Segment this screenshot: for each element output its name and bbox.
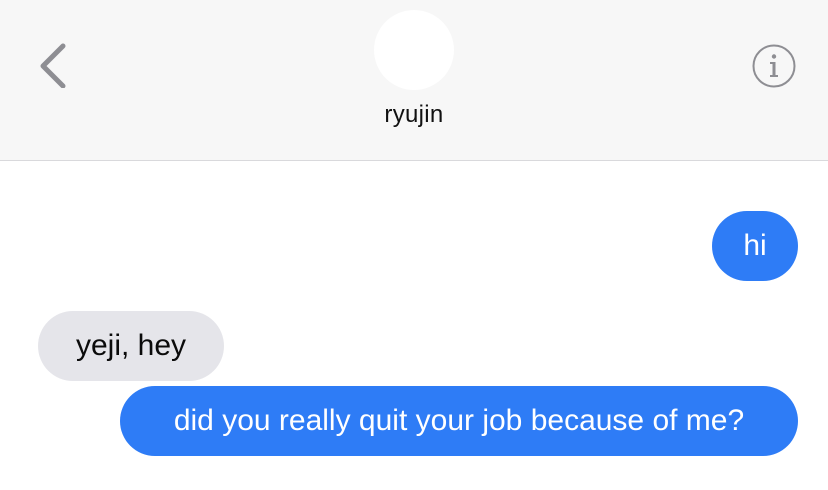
message-thread: hi yeji, hey did you really quit your jo… [0, 161, 828, 490]
chevron-left-icon [40, 43, 66, 88]
message-text: did you really quit your job because of … [173, 404, 745, 437]
messages-screen: ryujin hi yeji, hey did you really quit … [0, 0, 828, 490]
incoming-message-bubble[interactable]: yeji, hey [38, 311, 224, 381]
info-icon [752, 44, 796, 88]
conversation-header: ryujin [0, 0, 828, 161]
contact-name[interactable]: ryujin [0, 101, 828, 129]
message-text: hi [743, 229, 767, 262]
avatar[interactable] [374, 10, 454, 90]
back-button[interactable] [34, 40, 74, 88]
outgoing-message-bubble[interactable]: hi [712, 211, 798, 281]
outgoing-message-bubble[interactable]: did you really quit your job because of … [120, 386, 798, 456]
message-text: yeji, hey [75, 329, 187, 362]
info-button[interactable] [751, 43, 797, 89]
